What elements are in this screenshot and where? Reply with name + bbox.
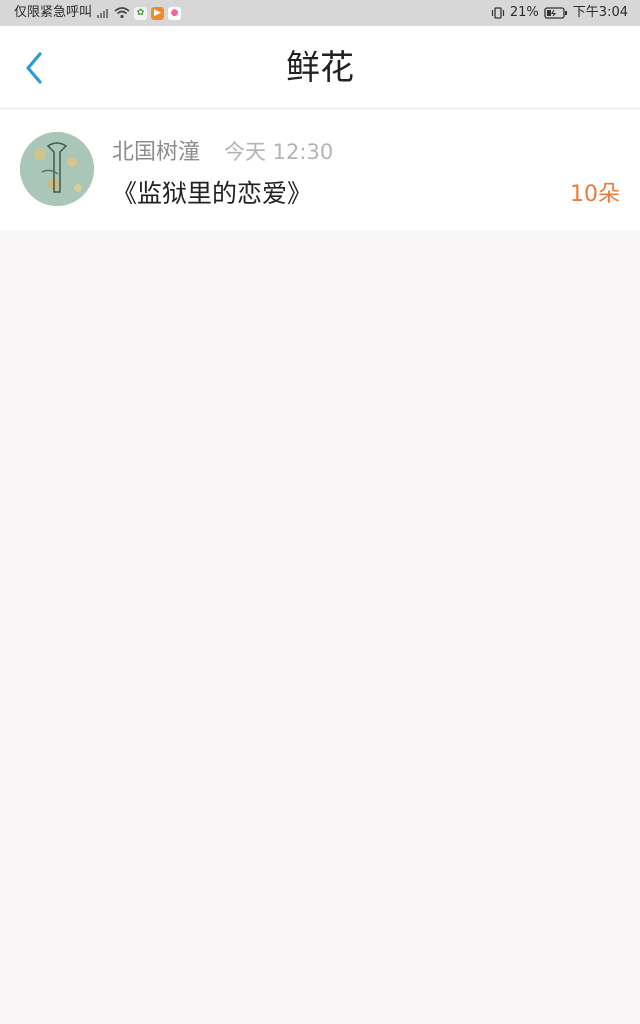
app-notification-icon: ✿ xyxy=(134,6,148,20)
battery-icon xyxy=(544,7,568,19)
play-icon: ▶ xyxy=(151,6,165,20)
timestamp: 今天 12:30 xyxy=(224,140,334,164)
chat-icon: ● xyxy=(168,6,182,20)
avatar[interactable] xyxy=(20,132,94,206)
vibrate-icon xyxy=(491,6,505,20)
signal-icon xyxy=(96,7,110,19)
header: 鲜花 xyxy=(0,26,640,109)
wifi-icon xyxy=(114,7,130,19)
page-title: 鲜花 xyxy=(286,48,354,88)
flower-count: 10朵 xyxy=(570,182,620,207)
sender-name: 北国树潼 xyxy=(112,140,201,165)
list-item[interactable]: 北国树潼 今天 12:30 《监狱里的恋爱》 10朵 xyxy=(0,110,640,230)
story-title[interactable]: 《监狱里的恋爱》 xyxy=(112,174,312,210)
